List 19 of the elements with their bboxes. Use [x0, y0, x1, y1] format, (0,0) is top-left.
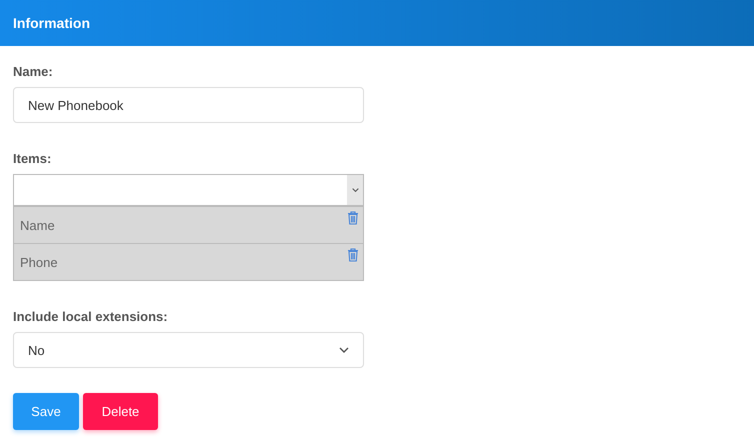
- field-label: Items:: [13, 151, 52, 166]
- header-title: Information: [13, 15, 90, 31]
- name-field[interactable]: New Phonebook: [13, 87, 364, 123]
- field-label: Include local extensions:: [13, 309, 169, 324]
- item-label: Name: [20, 218, 55, 232]
- delete-button[interactable]: Delete: [83, 393, 158, 430]
- chevron-icon: [339, 347, 349, 353]
- field-label: Name:: [13, 64, 54, 79]
- list-item[interactable]: Name: [14, 206, 363, 243]
- items-dropdown[interactable]: [13, 174, 364, 205]
- dropdown-button[interactable]: [347, 175, 363, 205]
- item-label: Phone: [20, 254, 58, 270]
- list-item[interactable]: Phone: [14, 243, 363, 280]
- select-value: No: [28, 342, 45, 358]
- select-field[interactable]: No: [13, 332, 364, 368]
- chevron-icon: [352, 187, 358, 193]
- trash-icon[interactable]: [347, 248, 359, 262]
- trash-icon[interactable]: [347, 211, 359, 225]
- save-button[interactable]: Save: [13, 393, 79, 430]
